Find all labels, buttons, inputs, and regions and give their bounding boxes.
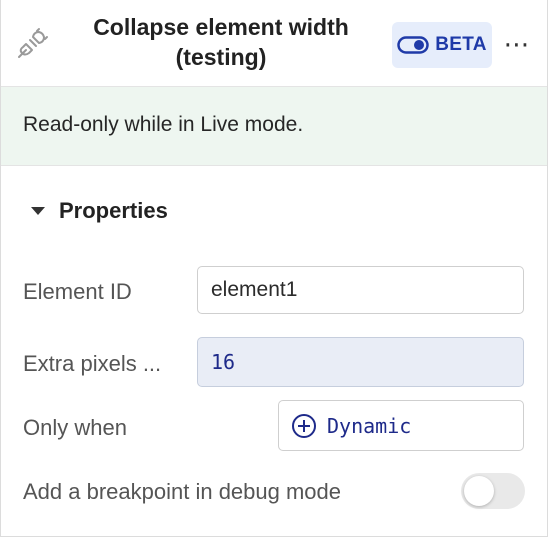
dynamic-button-label: Dynamic xyxy=(327,413,412,438)
breakpoint-toggle[interactable] xyxy=(461,473,525,509)
panel-title-line2: (testing) xyxy=(175,44,267,70)
element-id-label: Element ID xyxy=(23,279,132,304)
only-when-label: Only when xyxy=(23,415,127,440)
plus-circle-icon xyxy=(292,413,316,438)
toggle-knob xyxy=(464,476,494,506)
element-panel: Collapse element width (testing) BETA ⋯ … xyxy=(0,0,548,537)
panel-title: Collapse element width (testing) xyxy=(71,12,371,72)
panel-title-line1: Collapse element width xyxy=(93,14,349,40)
properties-section-toggle[interactable]: Properties xyxy=(31,198,168,224)
extra-pixels-label: Extra pixels ... xyxy=(23,351,162,376)
element-id-value: element1 xyxy=(211,278,298,301)
breakpoint-label: Add a breakpoint in debug mode xyxy=(23,479,342,504)
toggle-icon xyxy=(397,36,429,54)
panel-header: Collapse element width (testing) BETA ⋯ xyxy=(1,0,547,87)
live-mode-banner: Read-only while in Live mode. xyxy=(1,87,547,166)
more-icon[interactable]: ⋯ xyxy=(501,29,533,59)
dynamic-button[interactable]: Dynamic xyxy=(278,400,524,451)
plug-icon xyxy=(18,28,48,58)
triangle-down-icon xyxy=(31,207,45,215)
beta-label: BETA xyxy=(435,34,487,55)
banner-text: Read-only while in Live mode. xyxy=(23,113,304,136)
beta-toggle-button[interactable]: BETA xyxy=(392,22,492,68)
properties-title: Properties xyxy=(59,198,168,223)
element-id-field[interactable]: element1 xyxy=(197,266,524,314)
extra-pixels-field[interactable]: 16 xyxy=(197,337,524,387)
extra-pixels-value: 16 xyxy=(211,350,236,374)
